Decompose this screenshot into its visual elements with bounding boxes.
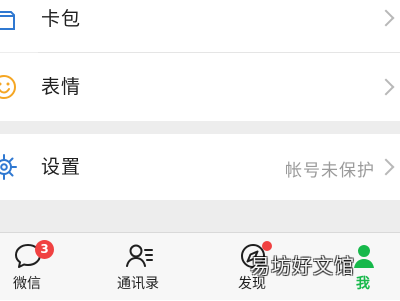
emoji-label: 表情	[41, 76, 82, 98]
gear-icon	[0, 154, 17, 180]
chevron-right-icon	[377, 158, 395, 176]
wallet-icon	[0, 11, 15, 30]
tab-chats[interactable]: 3 微信	[0, 233, 67, 301]
section-separator	[0, 200, 400, 232]
section-separator	[0, 121, 400, 134]
settings-row[interactable]: 设置 帐号未保护	[0, 134, 400, 200]
account-protection-status: 帐号未保护	[285, 161, 375, 181]
emoji-row[interactable]: 表情	[0, 53, 400, 121]
settings-label: 设置	[41, 156, 82, 178]
card-package-label: 卡包	[41, 8, 82, 30]
chevron-right-icon	[377, 78, 395, 96]
contacts-icon	[126, 244, 153, 267]
unread-badge: 3	[35, 240, 54, 259]
me-screen: 卡包 表情 设置 帐号未保护 3 微信 通讯录 发现 我 易坊好文馆	[0, 0, 400, 300]
watermark-text: 易坊好文馆	[250, 254, 355, 278]
card-package-row[interactable]: 卡包	[0, 0, 400, 52]
tab-label: 通讯录	[117, 276, 159, 292]
notification-dot	[262, 241, 272, 251]
tab-label: 微信	[13, 276, 41, 292]
smiley-icon	[0, 75, 16, 99]
chevron-right-icon	[377, 9, 395, 27]
tab-contacts[interactable]: 通讯录	[98, 233, 178, 301]
